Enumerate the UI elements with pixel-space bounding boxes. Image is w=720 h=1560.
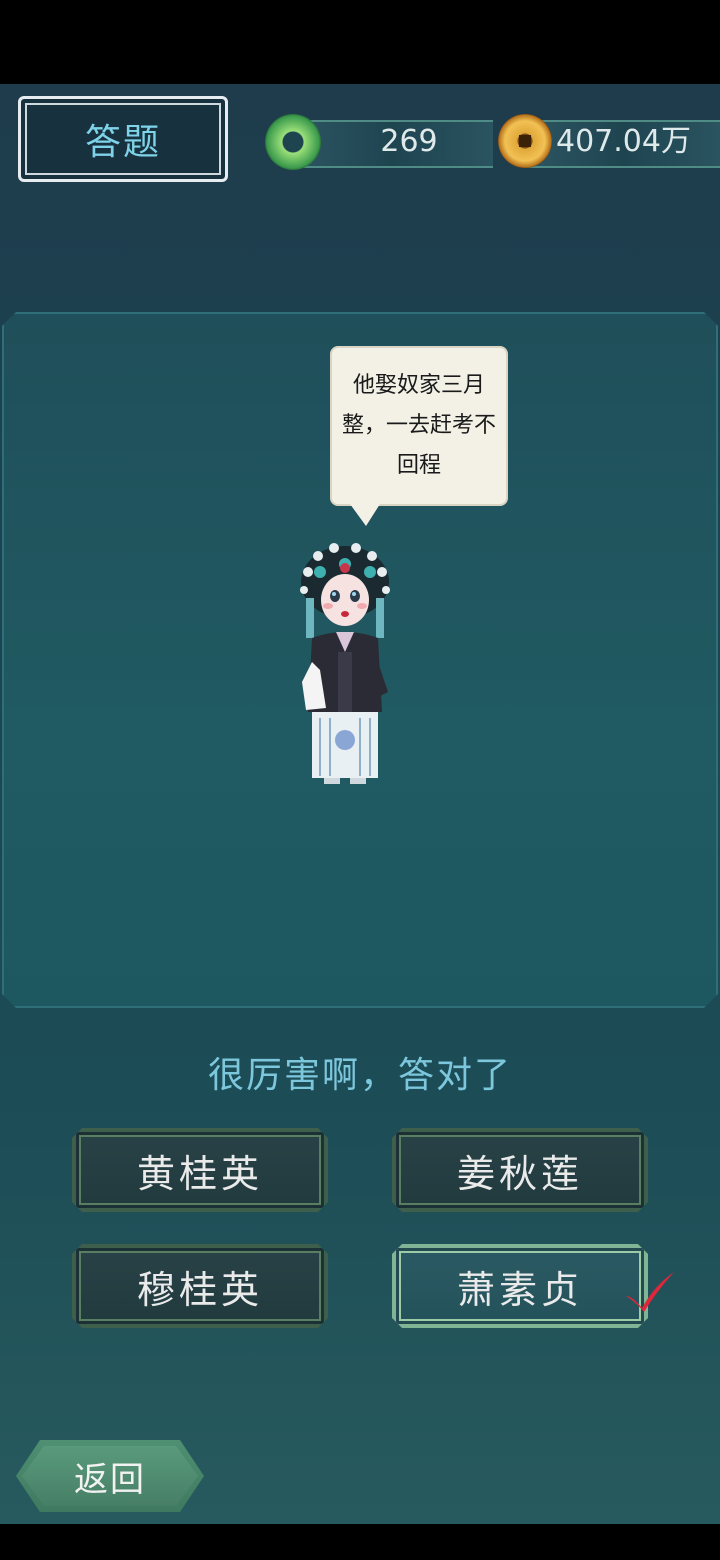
jade-counter: 269 [265,114,493,170]
opera-character [300,543,390,784]
speech-bubble: 他娶奴家三月整，一去赶考不回程 [330,346,508,526]
page-title: 答题 [84,122,161,163]
result-message: 很厉害啊，答对了 [207,1055,512,1096]
status-bar [0,0,720,84]
answer-option-3[interactable]: 穆桂英 [72,1244,328,1328]
jade-count: 269 [380,124,438,159]
back-button-label[interactable]: 返回 [22,1446,198,1506]
page-title-plaque: 答题 [18,96,228,182]
back-button[interactable]: 返回 [16,1440,204,1512]
copper-coin-icon [498,114,552,168]
speech-text: 他娶奴家三月整，一去赶考不回程 [341,373,496,478]
answer-option-1[interactable]: 黄桂英 [72,1128,328,1212]
jade-ring-icon [265,114,321,170]
coin-counter: 407.04万 [498,114,720,170]
navigation-bar [0,1524,720,1560]
answer-option-4-correct[interactable]: 萧素贞 [392,1244,648,1328]
answer-option-2[interactable]: 姜秋莲 [392,1128,648,1212]
game-screen: 答题 269 407.04万 他娶奴家三月整，一去赶考不回程 很厉害啊，答对了 … [0,84,720,1524]
checkmark-icon [626,1272,674,1312]
coin-count: 407.04万 [556,124,691,159]
